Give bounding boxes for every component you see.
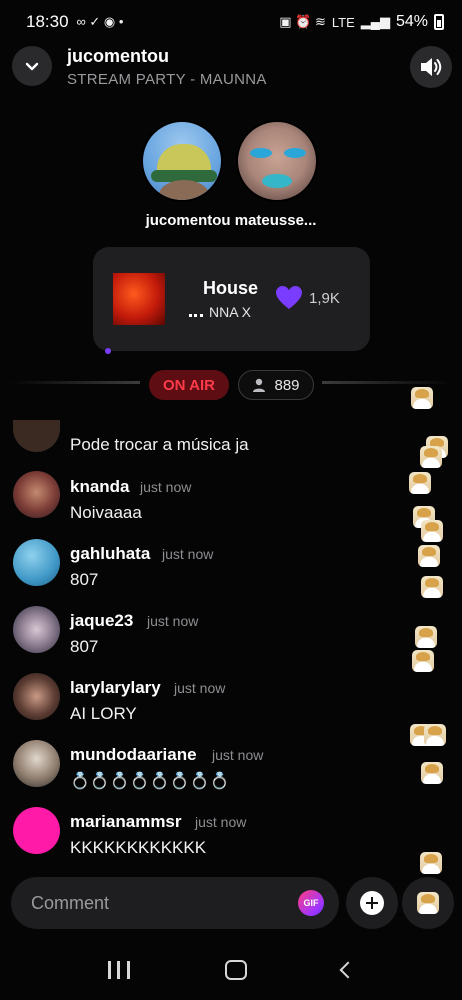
battery-icon — [434, 14, 444, 30]
add-button[interactable] — [346, 877, 398, 929]
listener-count-pill[interactable]: 889 — [238, 370, 314, 400]
comment-avatar-mundodaariane[interactable] — [13, 740, 60, 787]
listener-count: 889 — [274, 376, 300, 394]
signal-icon: ▂▄▆ — [360, 14, 390, 29]
clock: 18:30 — [26, 12, 69, 31]
track-title: House — [203, 278, 259, 298]
divider-left — [10, 381, 140, 384]
host-avatar-jucomentou[interactable] — [141, 120, 223, 202]
comment-text: 💍💍💍💍💍💍💍💍 — [70, 773, 230, 790]
comment-timestamp: just now — [174, 680, 226, 696]
home-icon[interactable] — [224, 960, 247, 980]
comment-text: 807 — [70, 570, 99, 589]
bride-emoji-icon — [415, 626, 437, 648]
comment-username[interactable]: jaque23 — [70, 611, 133, 631]
bride-emoji-icon — [409, 472, 431, 494]
comment-avatar[interactable] — [13, 420, 60, 452]
comment-timestamp: just now — [162, 546, 214, 562]
plus-icon — [360, 891, 384, 915]
volume-button[interactable] — [410, 46, 452, 88]
comment-text: Noivaaaa — [70, 503, 142, 522]
comment-username[interactable]: larylarylary — [70, 678, 161, 698]
bride-emoji-icon — [412, 650, 434, 672]
album-cover — [113, 273, 165, 325]
system-icons: ▣ ⏰ ≋ — [279, 14, 326, 29]
system-navigation-bar — [0, 940, 462, 1000]
track-artist: NNA X — [189, 304, 251, 320]
comment-avatar-knanda[interactable] — [13, 471, 60, 518]
collapse-button[interactable] — [12, 46, 52, 86]
recent-apps-icon[interactable] — [107, 961, 130, 979]
divider-right — [322, 381, 452, 384]
comment-username[interactable]: marianammsr — [70, 812, 182, 832]
comment-avatar-gahluhata[interactable] — [13, 539, 60, 586]
comment-text: 807 — [70, 637, 99, 656]
host-name: jucomentou — [67, 46, 169, 66]
comment-avatar-larylarylary[interactable] — [13, 673, 60, 720]
back-icon[interactable] — [339, 961, 357, 979]
like-count: 1,9K — [309, 290, 340, 307]
track-artist-name: NNA X — [209, 304, 252, 320]
bride-emoji-icon — [417, 892, 439, 914]
bride-emoji-icon — [411, 387, 433, 409]
comment-input[interactable] — [31, 877, 281, 929]
notification-icons: ∞ ✓ ◉ • — [76, 14, 124, 29]
comment-username[interactable]: mundodaariane — [70, 745, 197, 765]
comment-timestamp: just now — [140, 479, 192, 495]
gif-button[interactable]: GIF — [298, 890, 324, 916]
comment-avatar-marianammsr[interactable] — [13, 807, 60, 854]
battery-percent: 54% — [395, 13, 428, 30]
bride-emoji-icon — [424, 724, 446, 746]
comment-username[interactable]: knanda — [70, 477, 130, 497]
bride-emoji-icon — [418, 545, 440, 567]
on-air-badge: ON AIR — [149, 370, 229, 400]
host-avatar-mateusse[interactable] — [236, 120, 318, 202]
bride-emoji-icon — [420, 446, 442, 468]
hosts-label: jucomentou mateusse... — [145, 212, 317, 229]
heart-icon[interactable] — [275, 285, 303, 311]
comment-text: Pode trocar a música ja — [70, 435, 249, 454]
bride-emoji-icon — [421, 520, 443, 542]
chevron-down-icon — [25, 62, 39, 71]
person-icon — [253, 378, 266, 392]
comment-timestamp: just now — [195, 814, 247, 830]
network-label: LTE — [331, 14, 355, 30]
progress-indicator — [105, 348, 111, 354]
comment-text: AI LORY — [70, 704, 137, 723]
bride-emoji-icon — [421, 762, 443, 784]
bride-emoji-icon — [420, 852, 442, 874]
bride-emoji-icon — [421, 576, 443, 598]
comment-timestamp: just now — [212, 747, 264, 763]
comment-timestamp: just now — [147, 613, 199, 629]
reaction-button[interactable] — [402, 877, 454, 929]
comment-bar: GIF — [11, 877, 339, 929]
comment-avatar-jaque23[interactable] — [13, 606, 60, 653]
comment-username[interactable]: gahluhata — [70, 544, 150, 564]
comment-text: KKKKKKKKKKKK — [70, 838, 207, 857]
equalizer-icon — [189, 309, 203, 318]
stream-title: STREAM PARTY - MAUNNA — [67, 71, 267, 88]
now-playing-card[interactable]: House NNA X 1,9K — [93, 247, 370, 354]
status-bar: 18:30 ∞ ✓ ◉ • ▣ ⏰ ≋ LTE ▂▄▆ 54% — [0, 0, 462, 44]
speaker-icon — [421, 58, 442, 76]
